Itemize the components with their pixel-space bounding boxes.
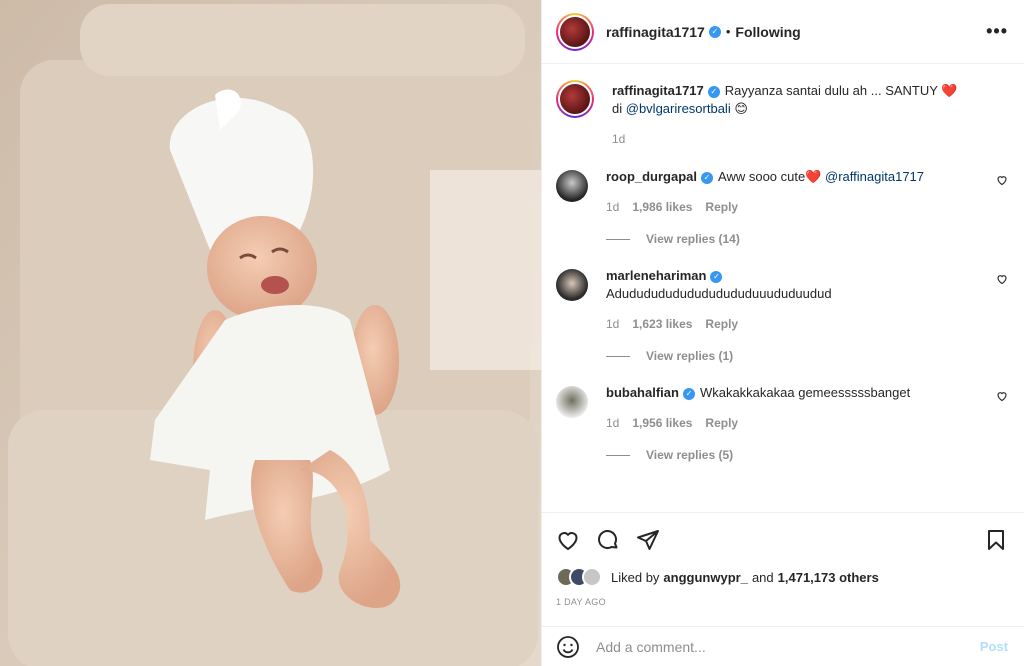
liked-by-user-link[interactable]: anggunwypr_ (663, 570, 748, 585)
comment-item: bubahalfian ✓ Wkakakkakakaa gemeesssssbang… (556, 384, 1008, 462)
comment-time[interactable]: 1d (606, 416, 619, 430)
view-replies-button[interactable]: View replies (1) (606, 349, 1008, 363)
comment-item: marlenehariman ✓ Adudududududududududuuud… (556, 267, 1008, 363)
verified-badge-icon: ✓ (707, 85, 720, 98)
verified-badge-icon: ✓ (682, 387, 695, 400)
caption-avatar[interactable] (556, 80, 594, 118)
commenter-avatar[interactable] (556, 269, 588, 301)
view-replies-button[interactable]: View replies (5) (606, 448, 1008, 462)
comment-likes[interactable]: 1,623 likes (632, 317, 692, 331)
comment-icon[interactable] (596, 528, 620, 552)
comment-like-heart-icon[interactable] (996, 273, 1008, 285)
reply-button[interactable]: Reply (705, 200, 738, 214)
likes-summary: Liked by anggunwypr_ and 1,471,173 other… (556, 567, 1008, 587)
view-replies-label: View replies (1) (646, 349, 734, 363)
comment-username[interactable]: bubahalfian (606, 385, 679, 400)
reply-button[interactable]: Reply (705, 416, 738, 430)
following-button[interactable]: Following (735, 24, 800, 40)
share-icon[interactable] (636, 528, 660, 552)
comment-input[interactable]: Add a comment... (596, 639, 706, 655)
post-date[interactable]: 1 DAY AGO (556, 597, 1008, 607)
comment-username[interactable]: roop_durgapal (606, 169, 697, 184)
liked-by-and: and (751, 569, 774, 585)
baby-photo-image (0, 0, 541, 666)
comment-mention-link[interactable]: @raffinagita1717 (825, 169, 924, 184)
more-options-icon[interactable]: ••• (986, 21, 1008, 42)
caption-time[interactable]: 1d (612, 132, 625, 146)
author-username[interactable]: raffinagita1717 (606, 24, 705, 40)
comment-likes[interactable]: 1,986 likes (632, 200, 692, 214)
caption-emoji: 😊 (734, 101, 748, 116)
comment-time[interactable]: 1d (606, 317, 619, 331)
caption-mention-link[interactable]: @bvlgariresortbali (626, 101, 731, 116)
post-actions: Liked by anggunwypr_ and 1,471,173 other… (542, 512, 1024, 607)
verified-badge-icon: ✓ (708, 25, 721, 38)
post-photo[interactable] (0, 0, 541, 666)
view-replies-label: View replies (14) (646, 232, 740, 246)
comment-item: roop_durgapal ✓ Aww sooo cute❤️ @raffinagi… (556, 168, 1008, 246)
view-replies-label: View replies (5) (646, 448, 734, 462)
comment-like-heart-icon[interactable] (996, 174, 1008, 186)
caption-username[interactable]: raffinagita1717 (612, 83, 704, 98)
verified-badge-icon: ✓ (710, 270, 723, 283)
comment-text: Adudududududududududuuududuudud (606, 286, 832, 301)
author-avatar[interactable] (556, 12, 594, 51)
post-comment-button[interactable]: Post (980, 639, 1008, 654)
view-replies-button[interactable]: View replies (14) (606, 232, 1008, 246)
caption: raffinagita1717 ✓ Rayyanza santai dulu ah … (556, 80, 1008, 146)
emoji-icon[interactable] (556, 635, 580, 659)
comments-list: raffinagita1717 ✓ Rayyanza santai dulu ah … (542, 64, 1024, 516)
heart-icon[interactable] (556, 528, 580, 552)
comment-like-heart-icon[interactable] (996, 390, 1008, 402)
caption-location-prefix: di (612, 101, 623, 116)
commenter-avatar[interactable] (556, 170, 588, 202)
post-side-panel: raffinagita1717 ✓ • Following ••• raffin… (541, 0, 1024, 666)
bookmark-icon[interactable] (984, 528, 1008, 552)
comment-username[interactable]: marlenehariman (606, 268, 706, 283)
comment-time[interactable]: 1d (606, 200, 619, 214)
separator-dot: • (725, 24, 731, 39)
reply-button[interactable]: Reply (705, 317, 738, 331)
liked-by-others-link[interactable]: 1,471,173 others (778, 570, 879, 585)
verified-badge-icon: ✓ (701, 171, 714, 184)
comment-text: Aww sooo cute❤️ (718, 169, 822, 184)
add-comment-bar: Add a comment... Post (542, 626, 1024, 666)
commenter-avatar[interactable] (556, 386, 588, 418)
comment-text: Wkakakkakakaa gemeesssssbanget (699, 385, 911, 400)
liked-by-prefix: Liked by (611, 569, 660, 585)
caption-text: Rayyanza santai dulu ah ... SANTUY ❤️ (724, 83, 958, 98)
comment-likes[interactable]: 1,956 likes (632, 416, 692, 430)
post-header: raffinagita1717 ✓ • Following ••• (542, 0, 1024, 64)
liker-avatars[interactable] (556, 567, 602, 587)
